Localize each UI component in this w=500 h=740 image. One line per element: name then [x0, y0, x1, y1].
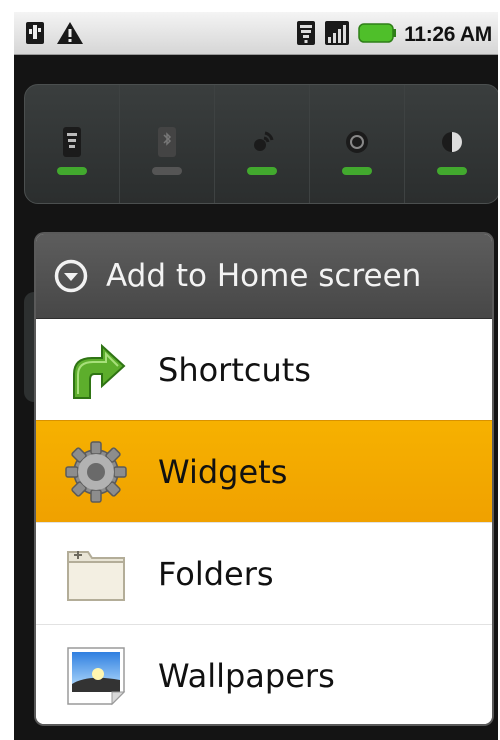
menu-item-widgets[interactable]: Widgets	[36, 420, 492, 522]
status-time: 11:26 AM	[404, 23, 492, 46]
brightness-toggle-icon	[437, 127, 467, 161]
status-bar: 11:26 AM	[14, 12, 498, 55]
shortcut-arrow-icon	[64, 338, 128, 402]
menu-item-wallpapers[interactable]: Wallpapers	[36, 624, 492, 724]
menu-item-shortcuts[interactable]: Shortcuts	[36, 319, 492, 420]
usb-icon	[24, 20, 46, 50]
menu-item-label: Widgets	[158, 452, 288, 491]
wifi-toggle[interactable]	[25, 85, 120, 203]
menu-item-label: Folders	[158, 554, 274, 593]
sync-toggle-icon	[342, 127, 372, 161]
add-to-home-dialog: Add to Home screen Shortcuts Widgets Fol…	[36, 234, 492, 724]
dialog-header: Add to Home screen	[36, 234, 492, 319]
gps-toggle-icon	[247, 127, 277, 161]
gear-icon	[64, 440, 128, 504]
toggle-indicator	[247, 167, 277, 175]
toggle-indicator	[437, 167, 467, 175]
menu-item-label: Shortcuts	[158, 350, 311, 389]
gps-toggle[interactable]	[215, 85, 310, 203]
toggle-indicator	[342, 167, 372, 175]
wifi-toggle-icon	[61, 125, 83, 163]
brightness-toggle[interactable]	[405, 85, 498, 203]
wallpaper-icon	[64, 644, 128, 708]
menu-item-folders[interactable]: Folders	[36, 522, 492, 624]
sync-toggle[interactable]	[310, 85, 405, 203]
folder-icon	[64, 542, 128, 606]
dialog-title: Add to Home screen	[106, 258, 422, 294]
signal-icon	[324, 20, 350, 50]
bluetooth-toggle[interactable]	[120, 85, 215, 203]
power-control-widget	[24, 84, 498, 204]
phone-screen: 11:26 AM Add to Home screen Shortcuts Wi…	[14, 12, 498, 740]
battery-icon	[358, 22, 397, 48]
warning-icon	[56, 20, 84, 50]
menu-item-label: Wallpapers	[158, 656, 335, 695]
bluetooth-toggle-icon	[156, 125, 178, 163]
toggle-indicator	[57, 167, 87, 175]
chevron-down-circle-icon	[54, 259, 88, 293]
toggle-indicator	[152, 167, 182, 175]
wifi-icon	[296, 20, 316, 50]
